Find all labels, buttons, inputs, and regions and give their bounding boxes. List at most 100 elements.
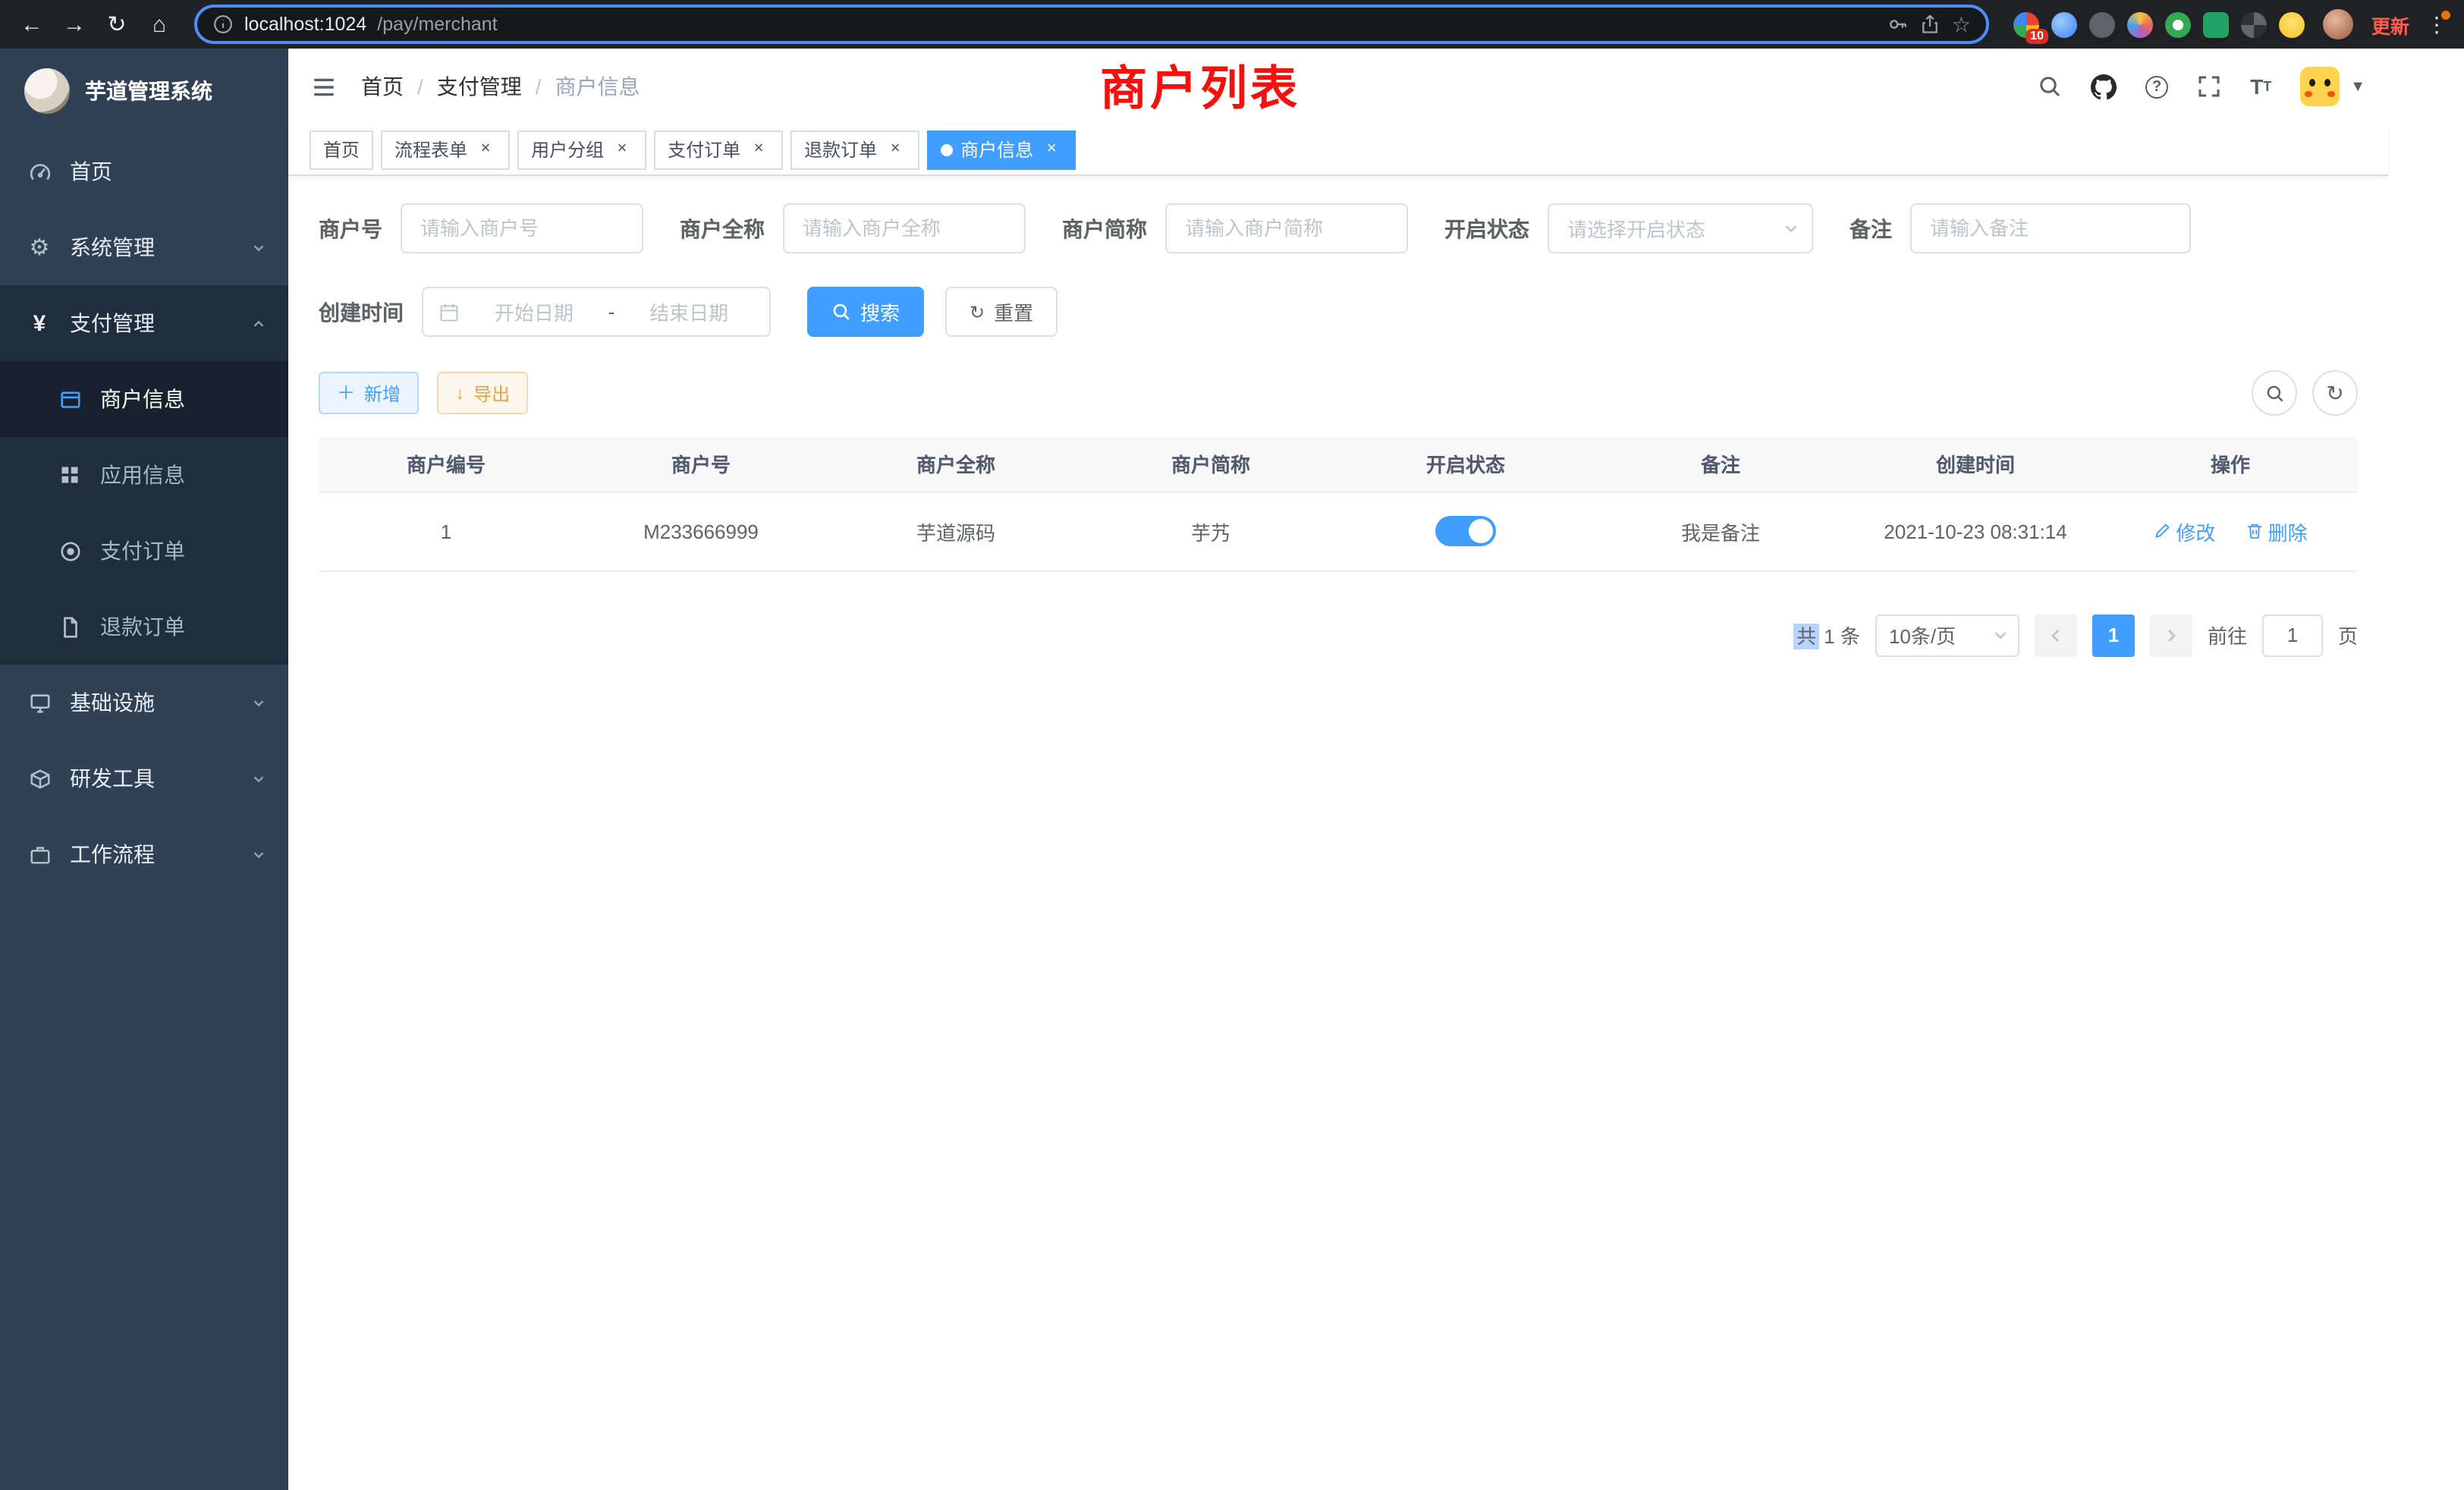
- date-range-picker[interactable]: 开始日期 - 结束日期: [422, 287, 771, 337]
- page-size-select[interactable]: 10条/页: [1875, 614, 2019, 656]
- full-name-input[interactable]: [783, 203, 1026, 253]
- search-icon: [831, 302, 851, 322]
- sidebar-item-payment-order[interactable]: 支付订单: [0, 513, 288, 589]
- monitor-icon: [24, 691, 55, 714]
- sidebar-item-infrastructure[interactable]: 基础设施: [0, 665, 288, 740]
- refresh-table-button[interactable]: ↻: [2312, 370, 2358, 416]
- forward-icon[interactable]: →: [55, 5, 94, 44]
- extension-icon[interactable]: [2203, 11, 2229, 37]
- date-separator: -: [608, 300, 615, 323]
- sidebar-item-app-info[interactable]: 应用信息: [0, 437, 288, 513]
- filter-label: 商户全称: [680, 213, 765, 244]
- extension-icon[interactable]: [2241, 11, 2267, 37]
- briefcase-icon: [24, 843, 55, 866]
- export-button[interactable]: ↓ 导出: [437, 372, 528, 414]
- extension-icon[interactable]: [2127, 11, 2153, 37]
- prev-page-button[interactable]: [2035, 614, 2077, 656]
- breadcrumb-item[interactable]: 支付管理: [437, 71, 522, 102]
- grid-icon: [55, 464, 85, 486]
- pencil-icon: [2153, 522, 2171, 540]
- delete-link[interactable]: 删除: [2246, 517, 2308, 545]
- page-number-button[interactable]: 1: [2092, 614, 2135, 656]
- export-button-label: 导出: [473, 380, 510, 406]
- sidebar-item-merchant-info[interactable]: 商户信息: [0, 361, 288, 437]
- filter-row-1: 商户号 商户全称 商户简称 开启状态 请选择开启状态: [319, 203, 2358, 253]
- help-icon[interactable]: ?: [2145, 75, 2168, 98]
- chevron-down-icon: [1992, 627, 2009, 643]
- search-icon[interactable]: [2038, 74, 2062, 99]
- tab-close-icon[interactable]: ×: [748, 139, 769, 160]
- merchant-no-input[interactable]: [401, 203, 643, 253]
- pagination-total: 共1 条: [1793, 621, 1860, 649]
- extension-icon[interactable]: [2051, 11, 2077, 37]
- fullscreen-icon[interactable]: [2197, 74, 2221, 99]
- bookmark-star-icon[interactable]: ☆: [1952, 14, 1971, 35]
- extension-icon[interactable]: [2279, 11, 2305, 37]
- edit-link[interactable]: 修改: [2153, 517, 2215, 545]
- tab-process-form[interactable]: 流程表单 ×: [381, 130, 510, 169]
- reload-icon[interactable]: ↻: [97, 5, 137, 44]
- filter-label: 商户号: [319, 213, 382, 244]
- tab-home[interactable]: 首页: [310, 130, 373, 169]
- address-bar[interactable]: localhost:1024/pay/merchant ☆: [194, 5, 1989, 44]
- merchant-table: 商户编号 商户号 商户全称 商户简称 开启状态 备注 创建时间 操作 1: [319, 437, 2358, 571]
- tab-refund-order[interactable]: 退款订单 ×: [790, 130, 919, 169]
- status-toggle[interactable]: [1435, 516, 1496, 546]
- short-name-input[interactable]: [1165, 203, 1408, 253]
- tab-close-icon[interactable]: ×: [611, 139, 633, 160]
- next-page-button[interactable]: [2150, 614, 2192, 656]
- goto-page-input[interactable]: [2262, 614, 2323, 656]
- extension-icon[interactable]: [2165, 11, 2191, 37]
- reset-button[interactable]: ↻ 重置: [945, 287, 1058, 337]
- table-row: 1 M233666999 芋道源码 芋艿 我是备注 2021-10-23 08:…: [319, 492, 2358, 571]
- browser-menu-icon[interactable]: ⋮: [2422, 11, 2452, 37]
- share-icon[interactable]: [1920, 14, 1941, 35]
- font-size-icon[interactable]: TT: [2250, 74, 2271, 99]
- back-icon[interactable]: ←: [12, 5, 52, 44]
- tab-merchant-info[interactable]: 商户信息 ×: [927, 130, 1076, 169]
- sidebar-item-system[interactable]: ⚙ 系统管理: [0, 209, 288, 285]
- remark-input[interactable]: [1910, 203, 2191, 253]
- filter-row-2: 创建时间 开始日期 - 结束日期 搜索 ↻ 重置: [319, 287, 2358, 337]
- sidebar-item-home[interactable]: 首页: [0, 134, 288, 209]
- sidebar-item-label: 应用信息: [100, 460, 185, 490]
- chevron-down-icon: [250, 770, 267, 787]
- chevron-left-icon: [2047, 626, 2065, 644]
- home-icon[interactable]: ⌂: [140, 5, 179, 44]
- sidebar-item-payment[interactable]: ¥ 支付管理: [0, 285, 288, 361]
- sidebar-item-dev-tools[interactable]: 研发工具: [0, 740, 288, 816]
- search-button-label: 搜索: [860, 297, 900, 326]
- filter-label: 备注: [1850, 213, 1892, 244]
- tab-close-icon[interactable]: ×: [475, 139, 496, 160]
- browser-update-button[interactable]: 更新: [2362, 10, 2418, 39]
- trash-icon: [2246, 522, 2264, 540]
- active-dot: [941, 143, 953, 156]
- sidebar-item-label: 研发工具: [70, 763, 155, 794]
- tab-payment-order[interactable]: 支付订单 ×: [654, 130, 783, 169]
- tab-close-icon[interactable]: ×: [1041, 139, 1062, 160]
- browser-toolbar: ← → ↻ ⌂ localhost:1024/pay/merchant ☆ 10…: [0, 0, 2464, 49]
- search-button[interactable]: 搜索: [807, 287, 924, 337]
- tab-user-group[interactable]: 用户分组 ×: [517, 130, 646, 169]
- breadcrumb-separator: /: [417, 74, 423, 99]
- navbar: 首页 / 支付管理 / 商户信息 商户列表 ?: [288, 49, 2388, 124]
- status-select[interactable]: 请选择开启状态: [1548, 203, 1813, 253]
- user-menu[interactable]: ▼: [2300, 67, 2365, 106]
- tab-close-icon[interactable]: ×: [885, 139, 906, 160]
- add-button[interactable]: ＋ 新增: [319, 372, 419, 414]
- password-key-icon[interactable]: [1888, 14, 1909, 35]
- sidebar-item-workflow[interactable]: 工作流程: [0, 816, 288, 892]
- extension-icon[interactable]: 10: [2013, 11, 2039, 37]
- info-icon[interactable]: [212, 14, 234, 35]
- browser-profile-avatar[interactable]: [2323, 9, 2353, 39]
- sidebar-item-refund-order[interactable]: 退款订单: [0, 589, 288, 665]
- page-annotation: 商户列表: [1100, 49, 1300, 118]
- breadcrumb-item[interactable]: 首页: [361, 71, 404, 102]
- extension-icon[interactable]: [2089, 11, 2115, 37]
- github-icon[interactable]: [2091, 74, 2117, 99]
- hamburger-icon[interactable]: [311, 74, 337, 99]
- sidebar-group-payment: ¥ 支付管理 商户信息 应用信息: [0, 285, 288, 665]
- yen-icon: ¥: [24, 310, 55, 336]
- toggle-search-button[interactable]: [2252, 370, 2297, 416]
- add-button-label: 新增: [364, 380, 401, 406]
